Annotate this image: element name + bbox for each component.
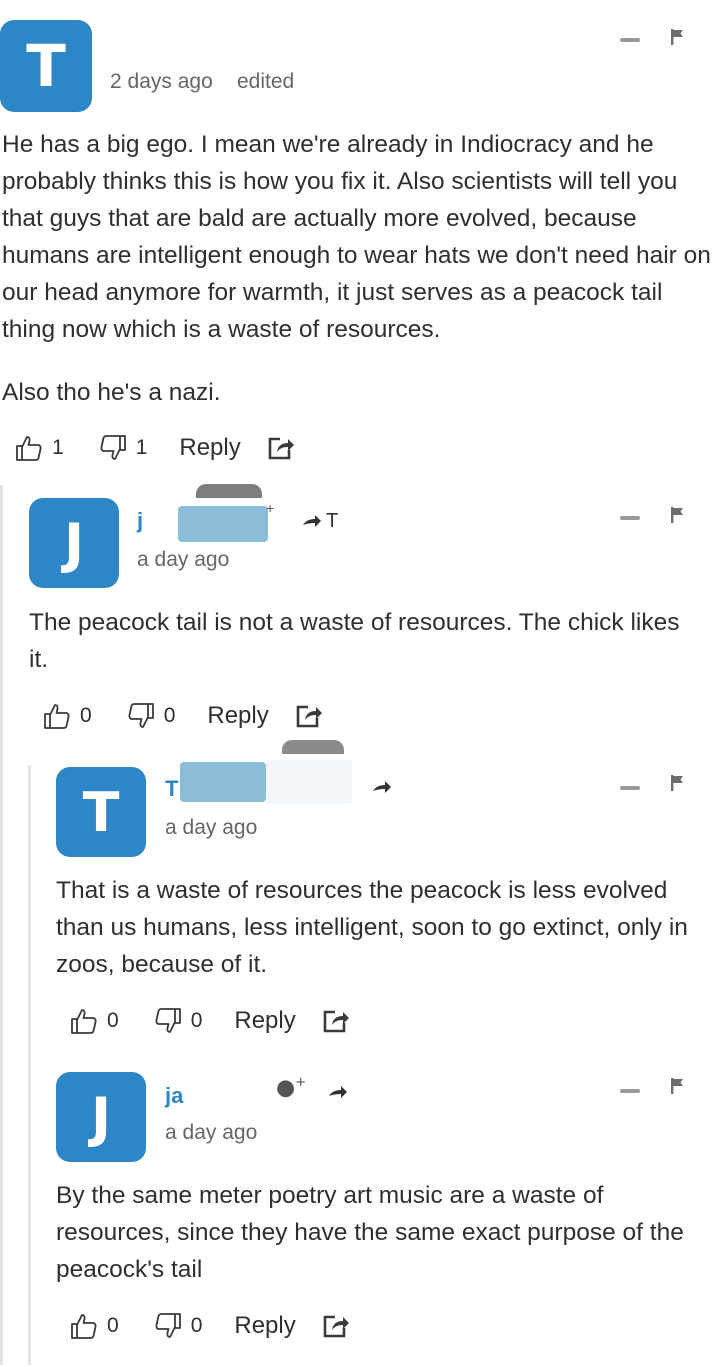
comment-1: T 2 days ago edited He has a big ego. I … — [0, 0, 720, 480]
upvote-count: 0 — [80, 704, 92, 727]
reply-button[interactable]: Reply — [207, 702, 268, 730]
author-name[interactable]: j — [137, 508, 143, 534]
reply-arrow-icon[interactable] — [328, 1085, 348, 1101]
comment-actions: 0 0 Reply — [69, 1306, 350, 1346]
comment-paragraph: The peacock tail is not a waste of resou… — [29, 609, 680, 673]
minus-icon[interactable] — [620, 516, 640, 520]
upvote-button[interactable]: 1 — [14, 433, 64, 463]
comment-paragraph: Also tho he's a nazi. — [2, 379, 221, 406]
upvote-count: 1 — [52, 436, 64, 459]
share-icon — [323, 1315, 349, 1338]
reply-to-name: T — [326, 510, 339, 532]
comment-body: By the same meter poetry art music are a… — [56, 1177, 696, 1288]
follow-user-icon[interactable]: ●+ — [276, 1075, 306, 1100]
thumb-up-icon — [71, 1314, 97, 1339]
comment-body: The peacock tail is not a waste of resou… — [29, 604, 699, 678]
downvote-count: 0 — [190, 1314, 203, 1337]
share-icon — [268, 437, 294, 460]
share-button[interactable] — [322, 1008, 350, 1034]
thumb-up-icon — [71, 1009, 97, 1034]
reply-arrow-icon[interactable] — [372, 780, 392, 796]
redacted-author — [266, 760, 352, 804]
thumb-down-icon — [155, 1008, 181, 1033]
downvote-button[interactable]: 0 — [153, 1006, 203, 1036]
upvote-button[interactable]: 0 — [69, 1311, 119, 1341]
reply-button[interactable]: Reply — [234, 1312, 295, 1340]
author-name[interactable]: ja — [165, 1083, 183, 1109]
reply-arrow-icon — [303, 514, 321, 527]
minus-icon[interactable] — [620, 786, 640, 790]
reply-button[interactable]: Reply — [179, 434, 240, 462]
thumb-down-icon — [100, 435, 126, 460]
upvote-button[interactable]: 0 — [69, 1006, 119, 1036]
thumb-up-icon — [44, 704, 70, 729]
thumb-down-icon — [128, 703, 154, 728]
downvote-button[interactable]: 0 — [153, 1311, 203, 1341]
comment-4: J ja ●+ a day ago By the same meter poet… — [0, 1055, 720, 1367]
flag-icon[interactable] — [670, 1077, 684, 1095]
upvote-count: 0 — [107, 1314, 119, 1337]
avatar[interactable]: J — [29, 498, 119, 588]
upvote-count: 0 — [107, 1009, 119, 1032]
thumb-down-icon — [155, 1313, 181, 1338]
avatar[interactable]: T — [56, 767, 146, 857]
redacted-author — [178, 506, 268, 542]
thumb-up-icon — [16, 436, 42, 461]
flag-icon[interactable] — [670, 506, 684, 524]
avatar[interactable]: T — [0, 20, 92, 112]
comment-body: He has a big ego. I mean we're already i… — [2, 126, 714, 411]
share-icon — [296, 705, 322, 728]
redacted-author — [186, 1077, 258, 1111]
comment-time[interactable]: a day ago — [165, 816, 257, 840]
redacted-author — [282, 740, 344, 754]
share-button[interactable] — [267, 435, 295, 461]
comment-time[interactable]: a day ago — [165, 1121, 257, 1145]
downvote-button[interactable]: 1 — [98, 433, 148, 463]
upvote-button[interactable]: 0 — [42, 701, 92, 731]
redacted-author — [196, 484, 262, 498]
share-button[interactable] — [295, 703, 323, 729]
downvote-count: 0 — [190, 1009, 203, 1032]
flag-icon[interactable] — [670, 774, 684, 792]
edited-label: edited — [237, 70, 295, 93]
comment-actions: 0 0 Reply — [69, 1001, 350, 1041]
downvote-count: 1 — [135, 436, 148, 459]
reply-button[interactable]: Reply — [234, 1007, 295, 1035]
share-button[interactable] — [322, 1313, 350, 1339]
comment-3: T T a day ago That is a waste of resourc… — [0, 740, 720, 1050]
downvote-count: 0 — [163, 704, 176, 727]
comment-2: J j + T a day ago The peacock tail is no… — [0, 480, 720, 750]
minus-icon[interactable] — [620, 1089, 640, 1093]
comment-time[interactable]: 2 days ago — [110, 70, 213, 94]
comment-paragraph: He has a big ego. I mean we're already i… — [2, 131, 711, 343]
comment-actions: 0 0 Reply — [42, 696, 323, 736]
minus-icon[interactable] — [620, 38, 640, 42]
comment-actions: 1 1 Reply — [14, 428, 295, 468]
share-icon — [323, 1010, 349, 1033]
flag-icon[interactable] — [670, 28, 684, 46]
avatar[interactable]: J — [56, 1072, 146, 1162]
comment-paragraph: By the same meter poetry art music are a… — [56, 1182, 684, 1283]
downvote-button[interactable]: 0 — [126, 701, 176, 731]
reply-to-indicator[interactable]: T — [302, 510, 338, 533]
comment-paragraph: That is a waste of resources the peacock… — [56, 877, 688, 978]
comment-time[interactable]: a day ago — [137, 548, 229, 572]
author-name[interactable]: T — [165, 776, 178, 802]
comment-body: That is a waste of resources the peacock… — [56, 872, 716, 983]
follow-user-icon[interactable]: + — [266, 500, 274, 516]
redacted-author — [180, 762, 266, 802]
